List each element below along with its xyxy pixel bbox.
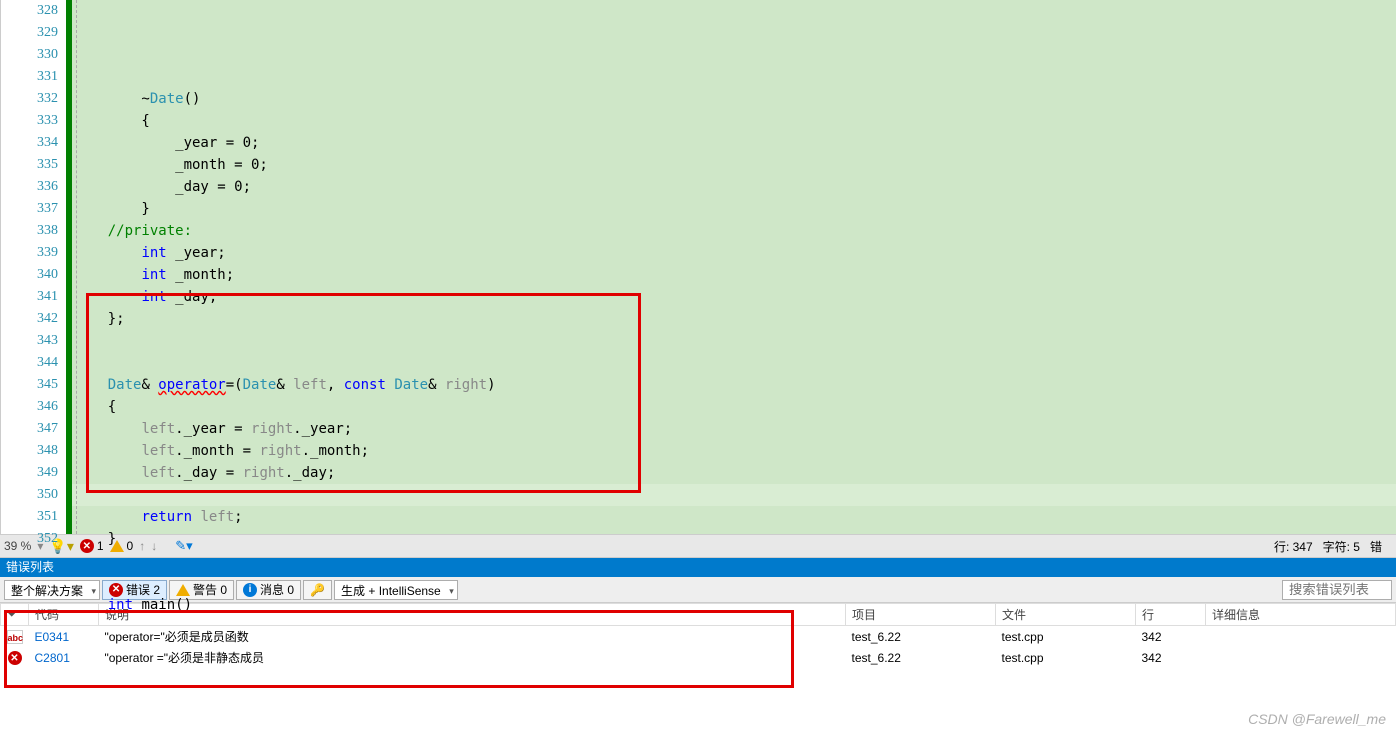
code-line[interactable]: }: [72, 198, 1396, 220]
code-line[interactable]: [72, 352, 1396, 374]
error-line: 342: [1136, 626, 1206, 648]
line-number: 346: [14, 396, 58, 418]
watermark: CSDN @Farewell_me: [1248, 711, 1386, 727]
code-line[interactable]: //private:: [72, 220, 1396, 242]
code-editor[interactable]: 3283293303313323333343353363373383393403…: [0, 0, 1396, 534]
line-number: 347: [14, 418, 58, 440]
code-line[interactable]: ~Date(): [72, 88, 1396, 110]
line-number: 331: [14, 66, 58, 88]
code-line[interactable]: {: [72, 110, 1396, 132]
error-project: test_6.22: [846, 626, 996, 648]
line-number: 344: [14, 352, 58, 374]
line-number: 329: [14, 22, 58, 44]
code-line[interactable]: return left;: [72, 506, 1396, 528]
line-number-gutter: 3283293303313323333343353363373383393403…: [14, 0, 66, 534]
line-number: 351: [14, 506, 58, 528]
code-line[interactable]: [72, 484, 1396, 506]
code-line[interactable]: _day = 0;: [72, 176, 1396, 198]
code-line[interactable]: int _day;: [72, 286, 1396, 308]
code-line[interactable]: [72, 572, 1396, 594]
line-number: 340: [14, 264, 58, 286]
line-number: 334: [14, 132, 58, 154]
error-file: test.cpp: [996, 647, 1136, 668]
line-number: 341: [14, 286, 58, 308]
code-line[interactable]: int _year;: [72, 242, 1396, 264]
error-desc: "operator ="必须是非静态成员: [99, 647, 846, 668]
code-line[interactable]: _year = 0;: [72, 132, 1396, 154]
line-number: 348: [14, 440, 58, 462]
code-line[interactable]: _month = 0;: [72, 154, 1396, 176]
build-intellisense-dropdown[interactable]: 生成 + IntelliSense: [334, 580, 458, 600]
funnel-icon: ⏷: [7, 607, 17, 621]
line-number: 343: [14, 330, 58, 352]
error-file: test.cpp: [996, 626, 1136, 648]
code-line[interactable]: left._day = right._day;: [72, 462, 1396, 484]
line-number: 336: [14, 176, 58, 198]
error-line: 342: [1136, 647, 1206, 668]
code-line[interactable]: int _month;: [72, 264, 1396, 286]
code-line[interactable]: };: [72, 308, 1396, 330]
error-detail: [1206, 626, 1396, 648]
code-line[interactable]: int main(): [72, 594, 1396, 616]
line-number: 352: [14, 528, 58, 550]
code-line[interactable]: [72, 66, 1396, 88]
code-line[interactable]: [72, 330, 1396, 352]
line-number: 349: [14, 462, 58, 484]
error-project: test_6.22: [846, 647, 996, 668]
table-row[interactable]: ✕ C2801"operator ="必须是非静态成员test_6.22test.…: [1, 647, 1396, 668]
line-number: 345: [14, 374, 58, 396]
line-number: 342: [14, 308, 58, 330]
error-code[interactable]: E0341: [29, 626, 99, 648]
line-number: 333: [14, 110, 58, 132]
error-detail: [1206, 647, 1396, 668]
error-desc: "operator="必须是成员函数: [99, 626, 846, 648]
line-number: 337: [14, 198, 58, 220]
line-number: 328: [14, 0, 58, 22]
error-code[interactable]: C2801: [29, 647, 99, 668]
code-line[interactable]: {: [72, 396, 1396, 418]
code-line[interactable]: left._month = right._month;: [72, 440, 1396, 462]
code-area[interactable]: ~Date() { _year = 0; _month = 0; _day = …: [72, 0, 1396, 534]
line-number: 330: [14, 44, 58, 66]
line-number: 339: [14, 242, 58, 264]
code-line[interactable]: Date& operator=(Date& left, const Date& …: [72, 374, 1396, 396]
error-icon: ✕: [8, 651, 22, 665]
line-number: 350: [14, 484, 58, 506]
outline-margin: [0, 0, 14, 534]
scope-dropdown[interactable]: 整个解决方案: [4, 580, 100, 600]
line-number: 335: [14, 154, 58, 176]
code-line[interactable]: left._year = right._year;: [72, 418, 1396, 440]
table-row[interactable]: abc E0341"operator="必须是成员函数test_6.22test.…: [1, 626, 1396, 648]
code-line[interactable]: }: [72, 528, 1396, 550]
code-line[interactable]: [72, 550, 1396, 572]
intellisense-icon: abc: [7, 630, 23, 644]
line-number: 338: [14, 220, 58, 242]
line-number: 332: [14, 88, 58, 110]
col-icon[interactable]: ⏷: [1, 604, 29, 626]
